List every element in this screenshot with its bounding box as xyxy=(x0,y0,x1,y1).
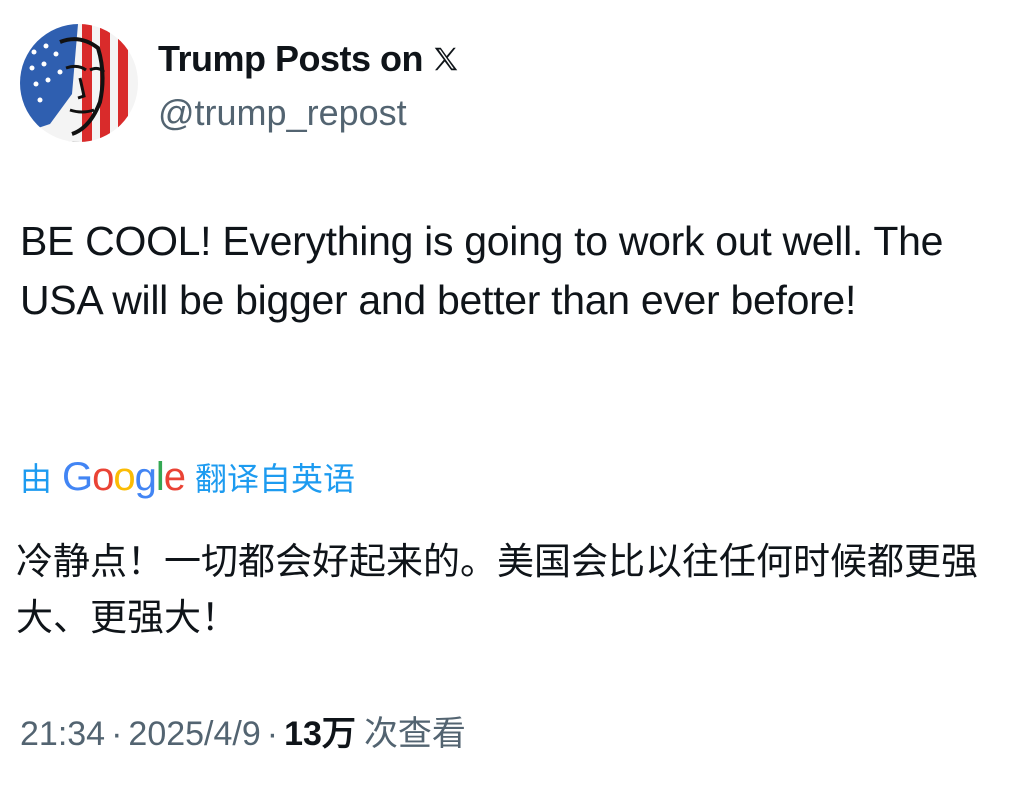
google-logo-letter: G xyxy=(62,454,93,499)
tweet-date[interactable]: 2025/4/9 xyxy=(128,715,260,754)
tweet-text: BE COOL! Everything is going to work out… xyxy=(20,218,944,323)
google-logo-letter: g xyxy=(134,454,157,499)
translate-suffix: 翻译自英语 xyxy=(195,461,356,497)
meta-separator: · xyxy=(111,715,123,753)
translate-attribution[interactable]: 由 Google 翻译自英语 xyxy=(20,452,355,502)
avatar[interactable] xyxy=(20,24,138,142)
google-logo-icon: Google xyxy=(62,454,186,500)
author-display-name: Trump Posts on xyxy=(158,38,461,80)
author-name-label[interactable]: Trump Posts on xyxy=(158,38,424,80)
avatar-flag-portrait-icon xyxy=(20,24,138,142)
tweet-meta: 21:34 · 2025/4/9 · 13万 次查看 xyxy=(20,706,466,755)
google-logo-letter: o xyxy=(92,454,114,499)
author-handle[interactable]: @trump_repost xyxy=(158,92,407,134)
meta-separator: · xyxy=(266,715,279,753)
translate-prefix: 由 xyxy=(20,461,53,497)
views-count[interactable]: 13万 xyxy=(284,706,356,755)
x-logo-icon xyxy=(434,47,458,71)
tweet-time[interactable]: 21:34 xyxy=(20,715,105,754)
tweet-card: Trump Posts on @trump_repost BE COOL! Ev… xyxy=(0,0,1014,788)
google-logo-letter: l xyxy=(155,454,165,499)
google-logo-letter: e xyxy=(163,454,186,499)
google-logo-letter: o xyxy=(113,454,135,499)
translated-text: 冷静点！一切都会好起来的。美国会比以往任何时候都更强大、更强大！ xyxy=(16,540,978,639)
views-label: 次查看 xyxy=(363,715,466,753)
